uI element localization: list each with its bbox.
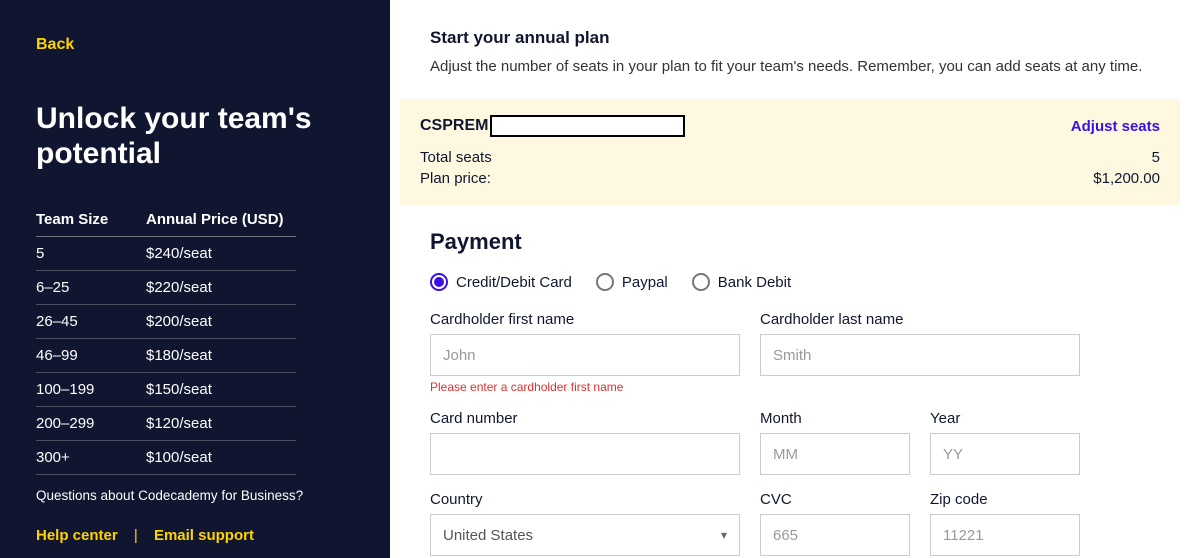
chevron-down-icon: ▾	[721, 528, 727, 542]
payment-method-bank[interactable]: Bank Debit	[692, 273, 791, 291]
radio-icon	[596, 273, 614, 291]
field-cvc: CVC	[760, 491, 910, 556]
plan-code: CSPREM	[420, 115, 685, 137]
table-row: 300+$100/seat	[36, 441, 296, 475]
month-input[interactable]	[760, 433, 910, 475]
adjust-seats-link[interactable]: Adjust seats	[1071, 118, 1160, 135]
page-title: Start your annual plan	[430, 28, 1170, 48]
field-first-name: Cardholder first name Please enter a car…	[430, 311, 740, 394]
cvc-input[interactable]	[760, 514, 910, 556]
pricing-sidebar: Back Unlock your team's potential Team S…	[0, 0, 390, 558]
radio-icon	[430, 273, 448, 291]
col-team-size: Team Size	[36, 211, 146, 237]
field-card-number: Card number	[430, 410, 740, 475]
footer-links: Help center | Email support	[36, 527, 254, 544]
country-select[interactable]: United States ▾	[430, 514, 740, 556]
total-seats-value: 5	[1152, 149, 1160, 166]
card-number-label: Card number	[430, 410, 740, 427]
card-number-input[interactable]	[430, 433, 740, 475]
last-name-label: Cardholder last name	[760, 311, 1080, 328]
col-annual-price: Annual Price (USD)	[146, 211, 296, 237]
zip-label: Zip code	[930, 491, 1080, 508]
radio-icon	[692, 273, 710, 291]
field-last-name: Cardholder last name	[760, 311, 1080, 394]
first-name-error: Please enter a cardholder first name	[430, 380, 740, 394]
field-country: Country United States ▾	[430, 491, 740, 556]
table-row: 6–25$220/seat	[36, 271, 296, 305]
cvc-label: CVC	[760, 491, 910, 508]
last-name-input[interactable]	[760, 334, 1080, 376]
payment-method-group: Credit/Debit Card Paypal Bank Debit	[430, 273, 1170, 291]
field-zip: Zip code	[930, 491, 1080, 556]
field-year: Year	[930, 410, 1080, 475]
page-description: Adjust the number of seats in your plan …	[430, 56, 1170, 77]
email-support-link[interactable]: Email support	[154, 527, 254, 544]
month-label: Month	[760, 410, 910, 427]
payment-method-card[interactable]: Credit/Debit Card	[430, 273, 572, 291]
zip-input[interactable]	[930, 514, 1080, 556]
footer-question: Questions about Codecademy for Business?	[36, 486, 316, 506]
payment-form: Cardholder first name Please enter a car…	[430, 311, 1170, 556]
plan-price-label: Plan price:	[420, 170, 491, 187]
checkout-main: Start your annual plan Adjust the number…	[390, 0, 1200, 558]
table-row: 26–45$200/seat	[36, 305, 296, 339]
country-label: Country	[430, 491, 740, 508]
pricing-table: Team Size Annual Price (USD) 5$240/seat …	[36, 211, 296, 475]
year-input[interactable]	[930, 433, 1080, 475]
table-row: 100–199$150/seat	[36, 373, 296, 407]
table-row: 46–99$180/seat	[36, 339, 296, 373]
plan-price-value: $1,200.00	[1093, 170, 1160, 187]
field-month: Month	[760, 410, 910, 475]
separator: |	[134, 527, 138, 544]
help-center-link[interactable]: Help center	[36, 527, 118, 544]
table-row: 5$240/seat	[36, 237, 296, 271]
first-name-input[interactable]	[430, 334, 740, 376]
year-label: Year	[930, 410, 1080, 427]
payment-method-paypal[interactable]: Paypal	[596, 273, 668, 291]
plan-summary-card: CSPREM Adjust seats Total seats 5 Plan p…	[400, 99, 1180, 205]
sidebar-title: Unlock your team's potential	[36, 102, 354, 171]
redacted-box	[490, 115, 685, 137]
table-row: 200–299$120/seat	[36, 407, 296, 441]
payment-heading: Payment	[430, 229, 1170, 255]
total-seats-label: Total seats	[420, 149, 492, 166]
back-link[interactable]: Back	[36, 36, 74, 54]
first-name-label: Cardholder first name	[430, 311, 740, 328]
